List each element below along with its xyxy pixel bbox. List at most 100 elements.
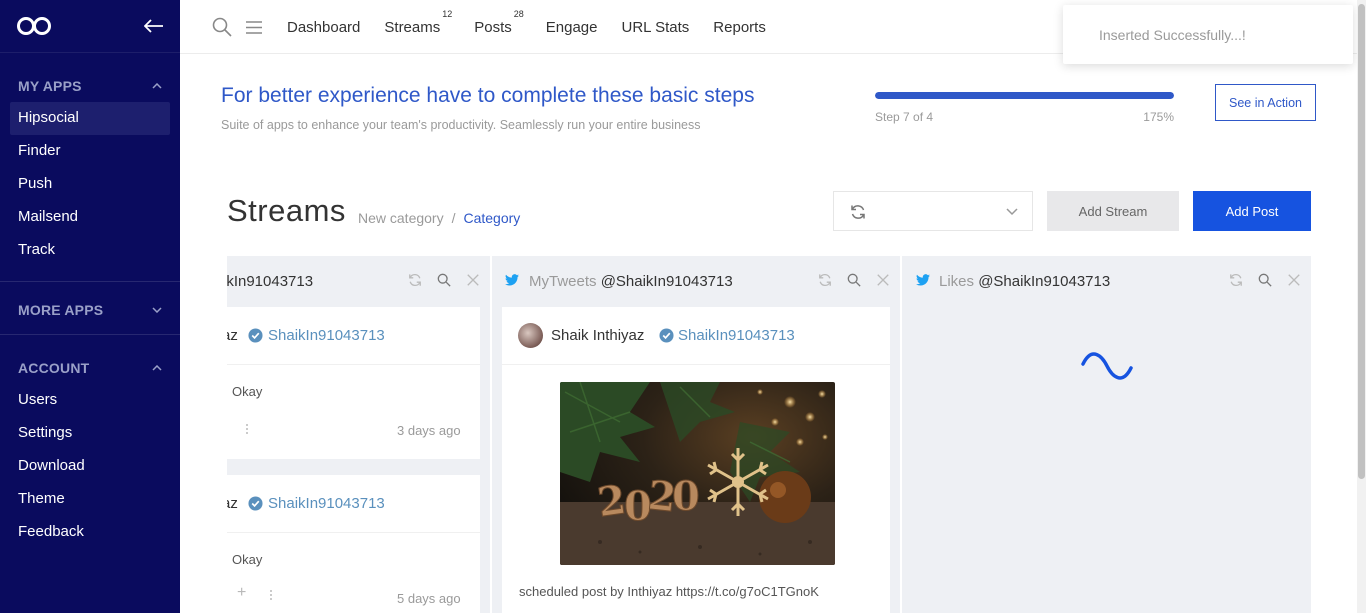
collapse-sidebar-arrow-icon[interactable] — [144, 19, 164, 33]
tweet-author-handle[interactable]: ShaikIn91043713 — [678, 327, 795, 344]
category-select[interactable] — [833, 191, 1033, 231]
steps-progress-bar — [875, 92, 1174, 99]
my-apps-header[interactable]: MY APPS — [0, 76, 180, 96]
streams-count-badge: 12 — [442, 8, 453, 19]
sidebar-item-mailsend[interactable]: Mailsend — [0, 201, 180, 234]
stream-column-type: MyTweets — [529, 273, 597, 290]
steps-subtitle: Suite of apps to enhance your team's pro… — [221, 118, 701, 132]
more-apps-section: MORE APPS — [0, 300, 180, 335]
search-icon[interactable] — [437, 273, 451, 287]
breadcrumb-new-category[interactable]: New category — [358, 210, 444, 226]
add-post-button[interactable]: Add Post — [1193, 191, 1311, 231]
nav-posts-label: Posts — [474, 18, 512, 36]
sidebar: MY APPS Hipsocial Finder Push Mailsend T… — [0, 0, 180, 613]
verified-badge-icon — [248, 328, 263, 343]
tweet-card: Shaik Inthiyaz ShaikIn91043713 2 0 2 0 s… — [502, 307, 890, 613]
nav-streams-label: Streams — [384, 18, 441, 36]
more-options-icon[interactable] — [245, 423, 249, 435]
nav-url-stats-label: URL Stats — [621, 18, 690, 36]
account-title: ACCOUNT — [18, 360, 90, 376]
chevron-up-icon — [152, 365, 162, 371]
nav-url-stats[interactable]: URL Stats — [621, 19, 689, 36]
sidebar-item-finder[interactable]: Finder — [0, 135, 180, 168]
sidebar-item-hipsocial[interactable]: Hipsocial — [10, 102, 170, 135]
refresh-icon[interactable] — [1229, 273, 1243, 287]
stream-column-actions — [393, 273, 480, 287]
refresh-icon[interactable] — [408, 273, 422, 287]
sidebar-header — [0, 0, 180, 53]
add-stream-button[interactable]: Add Stream — [1047, 191, 1179, 231]
tweet-author-handle[interactable]: ShaikIn91043713 — [268, 495, 385, 512]
see-in-action-button[interactable]: See in Action — [1215, 84, 1316, 121]
sidebar-item-download[interactable]: Download — [0, 450, 180, 483]
loading-spinner-icon — [1081, 352, 1133, 380]
refresh-icon[interactable] — [818, 273, 832, 287]
chevron-down-icon — [1006, 208, 1018, 216]
sidebar-item-settings[interactable]: Settings — [0, 417, 180, 450]
infinity-logo-icon[interactable] — [16, 16, 52, 36]
search-icon[interactable] — [212, 17, 232, 37]
scrollbar-thumb[interactable] — [1358, 4, 1365, 479]
hamburger-menu-icon[interactable] — [246, 21, 262, 34]
tweet-card-header: az ShaikIn91043713 — [227, 307, 480, 365]
tweet-text: scheduled post by Inthiyaz https://t.co/… — [519, 584, 819, 599]
page-title: Streams — [227, 193, 346, 228]
tweet-card-header: Shaik Inthiyaz ShaikIn91043713 — [502, 307, 890, 365]
nav-reports[interactable]: Reports — [713, 19, 766, 36]
tweet-card: az ShaikIn91043713 Okay + 5 days ago — [227, 475, 480, 613]
more-apps-header[interactable]: MORE APPS — [0, 300, 180, 320]
search-icon[interactable] — [1258, 273, 1272, 287]
nav-streams[interactable]: Streams 12 — [384, 9, 452, 36]
my-apps-section: MY APPS Hipsocial Finder Push Mailsend T… — [0, 76, 180, 282]
tweet-image[interactable]: 2 0 2 0 — [560, 382, 835, 565]
tweet-text: Okay — [232, 384, 263, 399]
close-icon[interactable] — [466, 273, 480, 287]
add-icon[interactable]: + — [237, 584, 246, 602]
new-year-2020-photo: 2 0 2 0 — [560, 382, 835, 565]
nav-posts[interactable]: Posts 28 — [474, 9, 524, 36]
refresh-icon[interactable] — [850, 204, 866, 220]
sidebar-item-users[interactable]: Users — [0, 384, 180, 417]
stream-column-handle: @ShaikIn91043713 — [978, 273, 1111, 290]
more-options-icon[interactable] — [269, 589, 273, 601]
step-percent-label: 175% — [1143, 110, 1174, 124]
nav-engage[interactable]: Engage — [546, 19, 598, 36]
posts-count-badge: 28 — [513, 8, 524, 19]
stream-column-mytweets: MyTweets @ShaikIn91043713 Shaik Inthiyaz… — [492, 256, 900, 613]
chevron-up-icon — [152, 83, 162, 89]
stream-column-header: MyTweets @ShaikIn91043713 — [492, 256, 900, 306]
avatar[interactable] — [518, 323, 543, 348]
success-toast: Inserted Successfully...! — [1063, 5, 1353, 64]
tweet-text: Okay — [232, 552, 263, 567]
top-nav: Dashboard Streams 12 Posts 28 Engage URL S… — [287, 0, 790, 54]
steps-progress-fill — [875, 92, 1174, 99]
step-count-label: Step 7 of 4 — [875, 110, 934, 124]
toast-message: Inserted Successfully...! — [1099, 27, 1246, 43]
svg-text:0: 0 — [672, 473, 700, 520]
close-icon[interactable] — [876, 273, 890, 287]
stream-column-handle: @ShaikIn91043713 — [600, 273, 733, 290]
verified-badge-icon — [248, 496, 263, 511]
tweet-author-name: Shaik Inthiyaz — [551, 327, 645, 344]
sidebar-item-track[interactable]: Track — [0, 234, 180, 267]
sidebar-item-push[interactable]: Push — [0, 168, 180, 201]
page-scrollbar[interactable] — [1357, 0, 1366, 613]
stream-column-header: Likes @ShaikIn91043713 — [902, 256, 1311, 306]
twitter-bird-icon — [916, 274, 930, 286]
account-header[interactable]: ACCOUNT — [0, 358, 180, 378]
tweet-card: az ShaikIn91043713 Okay 3 days ago — [227, 307, 480, 459]
breadcrumb-category[interactable]: Category — [463, 210, 520, 226]
sidebar-item-feedback[interactable]: Feedback — [0, 516, 180, 549]
nav-dashboard-label: Dashboard — [287, 18, 361, 36]
search-icon[interactable] — [847, 273, 861, 287]
chevron-down-icon — [152, 307, 162, 313]
sidebar-item-theme[interactable]: Theme — [0, 483, 180, 516]
tweet-author-name: az — [227, 327, 238, 344]
close-icon[interactable] — [1287, 273, 1301, 287]
nav-dashboard[interactable]: Dashboard — [287, 19, 360, 36]
stream-column-actions — [803, 273, 890, 287]
tweet-card-header: az ShaikIn91043713 — [227, 475, 480, 533]
stream-column-title: MyTweets @ShaikIn91043713 — [529, 273, 733, 290]
stream-column-title: ikIn91043713 — [227, 273, 314, 290]
tweet-author-handle[interactable]: ShaikIn91043713 — [268, 327, 385, 344]
